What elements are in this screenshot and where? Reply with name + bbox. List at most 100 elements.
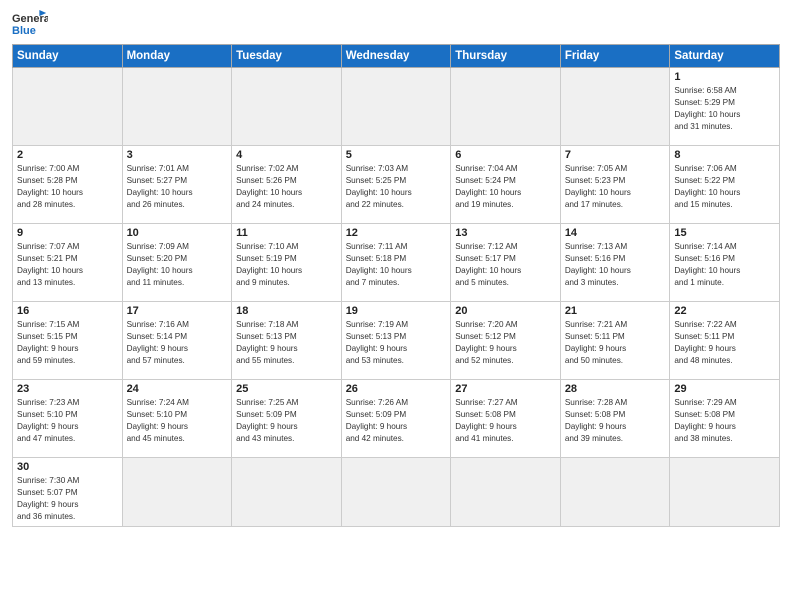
calendar-cell: 2Sunrise: 7:00 AM Sunset: 5:28 PM Daylig… [13, 146, 123, 224]
calendar-cell: 24 Sunrise: 7:24 AM Sunset: 5:10 PM Dayli… [122, 380, 232, 458]
weekday-header-row: SundayMondayTuesdayWednesdayThursdayFrid… [13, 45, 780, 68]
calendar-cell: 22 Sunrise: 7:22 AM Sunset: 5:11 PM Dayli… [670, 302, 780, 380]
calendar-cell [232, 68, 342, 146]
day-number: 14 [565, 227, 666, 239]
calendar-cell [13, 68, 123, 146]
day-info: Sunrise: 7:12 AM Sunset: 5:17 PM Dayligh… [455, 241, 556, 289]
weekday-header-wednesday: Wednesday [341, 45, 451, 68]
weekday-header-monday: Monday [122, 45, 232, 68]
day-number: 22 [674, 305, 775, 317]
week-row-2: 2Sunrise: 7:00 AM Sunset: 5:28 PM Daylig… [13, 146, 780, 224]
day-number: 27 [455, 383, 556, 395]
day-number: 7 [565, 149, 666, 161]
calendar-cell [560, 458, 670, 527]
weekday-header-sunday: Sunday [13, 45, 123, 68]
page: General Blue SundayMondayTuesdayWednesda… [0, 0, 792, 612]
svg-text:Blue: Blue [12, 25, 36, 37]
calendar-cell [341, 458, 451, 527]
day-number: 6 [455, 149, 556, 161]
day-number: 5 [346, 149, 447, 161]
calendar-table: SundayMondayTuesdayWednesdayThursdayFrid… [12, 44, 780, 527]
day-info: Sunrise: 7:30 AM Sunset: 5:07 PM Dayligh… [17, 475, 118, 523]
day-info: Sunrise: 7:13 AM Sunset: 5:16 PM Dayligh… [565, 241, 666, 289]
calendar-cell [232, 458, 342, 527]
week-row-4: 16 Sunrise: 7:15 AM Sunset: 5:15 PM Dayli… [13, 302, 780, 380]
day-number: 24 [127, 383, 228, 395]
calendar-cell: 23Sunrise: 7:23 AM Sunset: 5:10 PM Dayli… [13, 380, 123, 458]
week-row-5: 23Sunrise: 7:23 AM Sunset: 5:10 PM Dayli… [13, 380, 780, 458]
day-info: Sunrise: 7:22 AM Sunset: 5:11 PM Dayligh… [674, 319, 775, 367]
day-number: 30 [17, 461, 118, 473]
day-info: Sunrise: 7:20 AM Sunset: 5:12 PM Dayligh… [455, 319, 556, 367]
day-number: 16 [17, 305, 118, 317]
calendar-cell: 18Sunrise: 7:18 AM Sunset: 5:13 PM Dayli… [232, 302, 342, 380]
day-info: Sunrise: 7:05 AM Sunset: 5:23 PM Dayligh… [565, 163, 666, 211]
day-number: 1 [674, 71, 775, 83]
calendar-cell [451, 458, 561, 527]
day-info: Sunrise: 7:21 AM Sunset: 5:11 PM Dayligh… [565, 319, 666, 367]
svg-text:General: General [12, 13, 48, 25]
day-info: Sunrise: 7:15 AM Sunset: 5:15 PM Dayligh… [17, 319, 118, 367]
day-info: Sunrise: 7:26 AM Sunset: 5:09 PM Dayligh… [346, 397, 447, 445]
calendar-cell: 8 Sunrise: 7:06 AM Sunset: 5:22 PM Daylig… [670, 146, 780, 224]
calendar-cell: 5 Sunrise: 7:03 AM Sunset: 5:25 PM Daylig… [341, 146, 451, 224]
week-row-1: 1Sunrise: 6:58 AM Sunset: 5:29 PM Daylig… [13, 68, 780, 146]
day-number: 20 [455, 305, 556, 317]
calendar-cell: 27 Sunrise: 7:27 AM Sunset: 5:08 PM Dayli… [451, 380, 561, 458]
calendar-cell [560, 68, 670, 146]
calendar-cell: 29 Sunrise: 7:29 AM Sunset: 5:08 PM Dayli… [670, 380, 780, 458]
day-info: Sunrise: 7:02 AM Sunset: 5:26 PM Dayligh… [236, 163, 337, 211]
day-info: Sunrise: 7:24 AM Sunset: 5:10 PM Dayligh… [127, 397, 228, 445]
day-number: 10 [127, 227, 228, 239]
logo: General Blue [12, 10, 52, 38]
day-number: 13 [455, 227, 556, 239]
day-number: 26 [346, 383, 447, 395]
calendar-cell: 26 Sunrise: 7:26 AM Sunset: 5:09 PM Dayli… [341, 380, 451, 458]
calendar-cell: 11Sunrise: 7:10 AM Sunset: 5:19 PM Dayli… [232, 224, 342, 302]
day-info: Sunrise: 7:23 AM Sunset: 5:10 PM Dayligh… [17, 397, 118, 445]
day-info: Sunrise: 7:16 AM Sunset: 5:14 PM Dayligh… [127, 319, 228, 367]
calendar-cell: 6 Sunrise: 7:04 AM Sunset: 5:24 PM Daylig… [451, 146, 561, 224]
day-info: Sunrise: 7:28 AM Sunset: 5:08 PM Dayligh… [565, 397, 666, 445]
day-info: Sunrise: 7:09 AM Sunset: 5:20 PM Dayligh… [127, 241, 228, 289]
calendar-cell: 19 Sunrise: 7:19 AM Sunset: 5:13 PM Dayli… [341, 302, 451, 380]
calendar-cell [122, 68, 232, 146]
calendar-cell: 20 Sunrise: 7:20 AM Sunset: 5:12 PM Dayli… [451, 302, 561, 380]
calendar-cell: 16 Sunrise: 7:15 AM Sunset: 5:15 PM Dayli… [13, 302, 123, 380]
day-number: 17 [127, 305, 228, 317]
calendar-cell: 17 Sunrise: 7:16 AM Sunset: 5:14 PM Dayli… [122, 302, 232, 380]
day-info: Sunrise: 7:07 AM Sunset: 5:21 PM Dayligh… [17, 241, 118, 289]
day-number: 15 [674, 227, 775, 239]
day-info: Sunrise: 7:06 AM Sunset: 5:22 PM Dayligh… [674, 163, 775, 211]
calendar-cell: 7 Sunrise: 7:05 AM Sunset: 5:23 PM Daylig… [560, 146, 670, 224]
day-number: 25 [236, 383, 337, 395]
calendar-cell: 25Sunrise: 7:25 AM Sunset: 5:09 PM Dayli… [232, 380, 342, 458]
header: General Blue [12, 10, 780, 38]
weekday-header-thursday: Thursday [451, 45, 561, 68]
day-number: 18 [236, 305, 337, 317]
week-row-6: 30 Sunrise: 7:30 AM Sunset: 5:07 PM Dayli… [13, 458, 780, 527]
calendar-cell: 14 Sunrise: 7:13 AM Sunset: 5:16 PM Dayli… [560, 224, 670, 302]
day-number: 19 [346, 305, 447, 317]
day-number: 3 [127, 149, 228, 161]
week-row-3: 9Sunrise: 7:07 AM Sunset: 5:21 PM Daylig… [13, 224, 780, 302]
day-info: Sunrise: 7:03 AM Sunset: 5:25 PM Dayligh… [346, 163, 447, 211]
day-number: 21 [565, 305, 666, 317]
day-info: Sunrise: 7:04 AM Sunset: 5:24 PM Dayligh… [455, 163, 556, 211]
calendar-cell: 12Sunrise: 7:11 AM Sunset: 5:18 PM Dayli… [341, 224, 451, 302]
calendar-cell: 21 Sunrise: 7:21 AM Sunset: 5:11 PM Dayli… [560, 302, 670, 380]
calendar-cell: 1Sunrise: 6:58 AM Sunset: 5:29 PM Daylig… [670, 68, 780, 146]
calendar-cell [122, 458, 232, 527]
logo-icon: General Blue [12, 10, 48, 38]
calendar-cell: 28Sunrise: 7:28 AM Sunset: 5:08 PM Dayli… [560, 380, 670, 458]
day-number: 29 [674, 383, 775, 395]
calendar-cell: 4 Sunrise: 7:02 AM Sunset: 5:26 PM Daylig… [232, 146, 342, 224]
day-info: Sunrise: 7:19 AM Sunset: 5:13 PM Dayligh… [346, 319, 447, 367]
day-info: Sunrise: 7:11 AM Sunset: 5:18 PM Dayligh… [346, 241, 447, 289]
weekday-header-friday: Friday [560, 45, 670, 68]
calendar-cell [670, 458, 780, 527]
day-info: Sunrise: 7:27 AM Sunset: 5:08 PM Dayligh… [455, 397, 556, 445]
day-number: 8 [674, 149, 775, 161]
day-info: Sunrise: 7:29 AM Sunset: 5:08 PM Dayligh… [674, 397, 775, 445]
day-number: 4 [236, 149, 337, 161]
